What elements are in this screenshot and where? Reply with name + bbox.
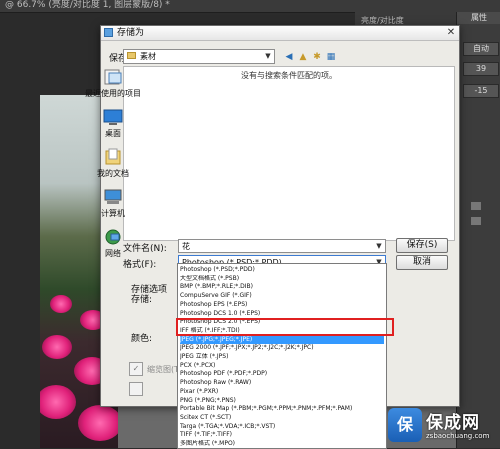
save-in-value: 素材 xyxy=(140,52,156,61)
auto-button[interactable]: 自动 xyxy=(463,42,499,56)
panel-icon[interactable] xyxy=(471,217,481,225)
watermark-url: zsbaochuang.com xyxy=(426,432,490,440)
format-option[interactable]: Photoshop DCS 1.0 (*.EPS) xyxy=(180,310,384,318)
filename-value: 花 xyxy=(182,242,190,251)
brightness-value[interactable]: 39 xyxy=(463,62,499,76)
filename-input[interactable]: 花 ▼ xyxy=(178,239,386,253)
new-folder-icon[interactable]: ✱ xyxy=(311,51,323,63)
format-option[interactable]: Targa (*.TGA;*.VDA;*.ICB;*.VST) xyxy=(180,423,384,431)
properties-tab[interactable]: 属性 xyxy=(457,12,500,24)
format-option[interactable]: TIFF (*.TIF;*.TIFF) xyxy=(180,431,384,439)
document-title: @ 66.7% (亮度/对比度 1, 图层蒙版/8) * xyxy=(5,0,170,10)
format-option[interactable]: Photoshop PDF (*.PDF;*.PDP) xyxy=(180,370,384,378)
format-option[interactable]: Pixar (*.PXR) xyxy=(180,388,384,396)
format-option[interactable]: Portable Bit Map (*.PBM;*.PGM;*.PPM;*.PN… xyxy=(180,405,384,413)
flower-blossom xyxy=(50,295,72,313)
dialog-titlebar[interactable]: 存储为 ✕ xyxy=(101,26,459,41)
place-documents[interactable]: 我的文档 xyxy=(81,146,145,184)
back-icon[interactable]: ◀ xyxy=(283,51,295,63)
format-option[interactable]: JPEG 2000 (*.JPF;*.JPX;*.JP2;*.J2C;*.J2K… xyxy=(180,344,384,352)
format-option[interactable]: PCX (*.PCX) xyxy=(180,362,384,370)
format-dropdown-list: Photoshop (*.PSD;*.PDD) 大型文档格式 (*.PSB) BMP… xyxy=(177,263,387,449)
format-option-selected[interactable]: JPEG (*.JPG;*.JPEG;*.JPE) xyxy=(180,335,384,344)
watermark: 保 保成网 zsbaochuang.com xyxy=(388,406,496,446)
save-button[interactable]: 保存(S) xyxy=(396,238,448,253)
places-bar: 最近使用的项目 桌面 我的文档 计算机 网络 xyxy=(81,66,145,258)
documents-icon xyxy=(103,148,123,166)
format-label: 格式(F): xyxy=(123,260,157,270)
storage-label: 存储: xyxy=(131,295,153,305)
color-label: 颜色: xyxy=(131,334,153,344)
flower-blossom xyxy=(78,405,118,441)
watermark-logo: 保 xyxy=(388,408,422,442)
ps-app-icon xyxy=(104,28,113,37)
dialog-title: 存储为 xyxy=(117,28,145,38)
place-desktop[interactable]: 桌面 xyxy=(81,106,145,144)
format-option[interactable]: Photoshop (*.PSD;*.PDD) xyxy=(180,266,384,274)
format-option[interactable]: JPEG 立体 (*.JPS) xyxy=(180,353,384,361)
save-in-dropdown[interactable]: 素材 ▼ xyxy=(123,49,275,64)
contrast-value[interactable]: -15 xyxy=(463,84,499,98)
format-option[interactable]: Scitex CT (*.SCT) xyxy=(180,414,384,422)
cancel-button[interactable]: 取消 xyxy=(396,255,448,270)
format-option[interactable]: CompuServe GIF (*.GIF) xyxy=(180,292,384,300)
network-icon xyxy=(103,228,123,246)
chevron-down-icon: ▼ xyxy=(265,52,271,60)
computer-icon xyxy=(103,188,123,206)
place-label: 最近使用的项目 xyxy=(85,89,141,98)
close-button[interactable]: ✕ xyxy=(445,27,457,38)
place-computer[interactable]: 计算机 xyxy=(81,186,145,224)
place-recent[interactable]: 最近使用的项目 xyxy=(81,66,145,104)
options-button[interactable] xyxy=(129,382,143,396)
properties-panel: 属性 自动 39 -15 xyxy=(456,12,500,448)
format-option[interactable]: 大型文档格式 (*.PSB) xyxy=(180,275,384,283)
flower-blossom xyxy=(42,335,72,359)
format-option[interactable]: BMP (*.BMP;*.RLE;*.DIB) xyxy=(180,283,384,291)
watermark-title: 保成网 xyxy=(426,413,480,433)
panel-icon[interactable] xyxy=(471,202,481,210)
flower-blossom xyxy=(40,385,76,419)
place-label: 我的文档 xyxy=(97,169,129,178)
place-label: 桌面 xyxy=(105,129,121,138)
format-option[interactable]: PNG (*.PNG;*.PNS) xyxy=(180,397,384,405)
empty-message: 没有与搜索条件匹配的项。 xyxy=(241,71,337,80)
view-menu-icon[interactable]: ▦ xyxy=(325,51,337,63)
thumbnail-checkbox[interactable]: ✓ xyxy=(129,362,143,376)
filename-label: 文件名(N): xyxy=(123,244,167,254)
format-option[interactable]: Photoshop Raw (*.RAW) xyxy=(180,379,384,387)
folder-icon xyxy=(127,52,136,59)
format-option[interactable]: 多图片格式 (*.MPO) xyxy=(180,440,384,448)
up-folder-icon[interactable]: ▲ xyxy=(297,51,309,63)
file-list[interactable]: 没有与搜索条件匹配的项。 xyxy=(123,66,455,241)
place-label: 计算机 xyxy=(101,209,125,218)
format-option[interactable]: Photoshop EPS (*.EPS) xyxy=(180,301,384,309)
recent-icon xyxy=(103,68,123,86)
chevron-down-icon: ▼ xyxy=(376,242,382,250)
highlight-annotation xyxy=(176,318,394,336)
desktop-icon xyxy=(103,108,123,126)
